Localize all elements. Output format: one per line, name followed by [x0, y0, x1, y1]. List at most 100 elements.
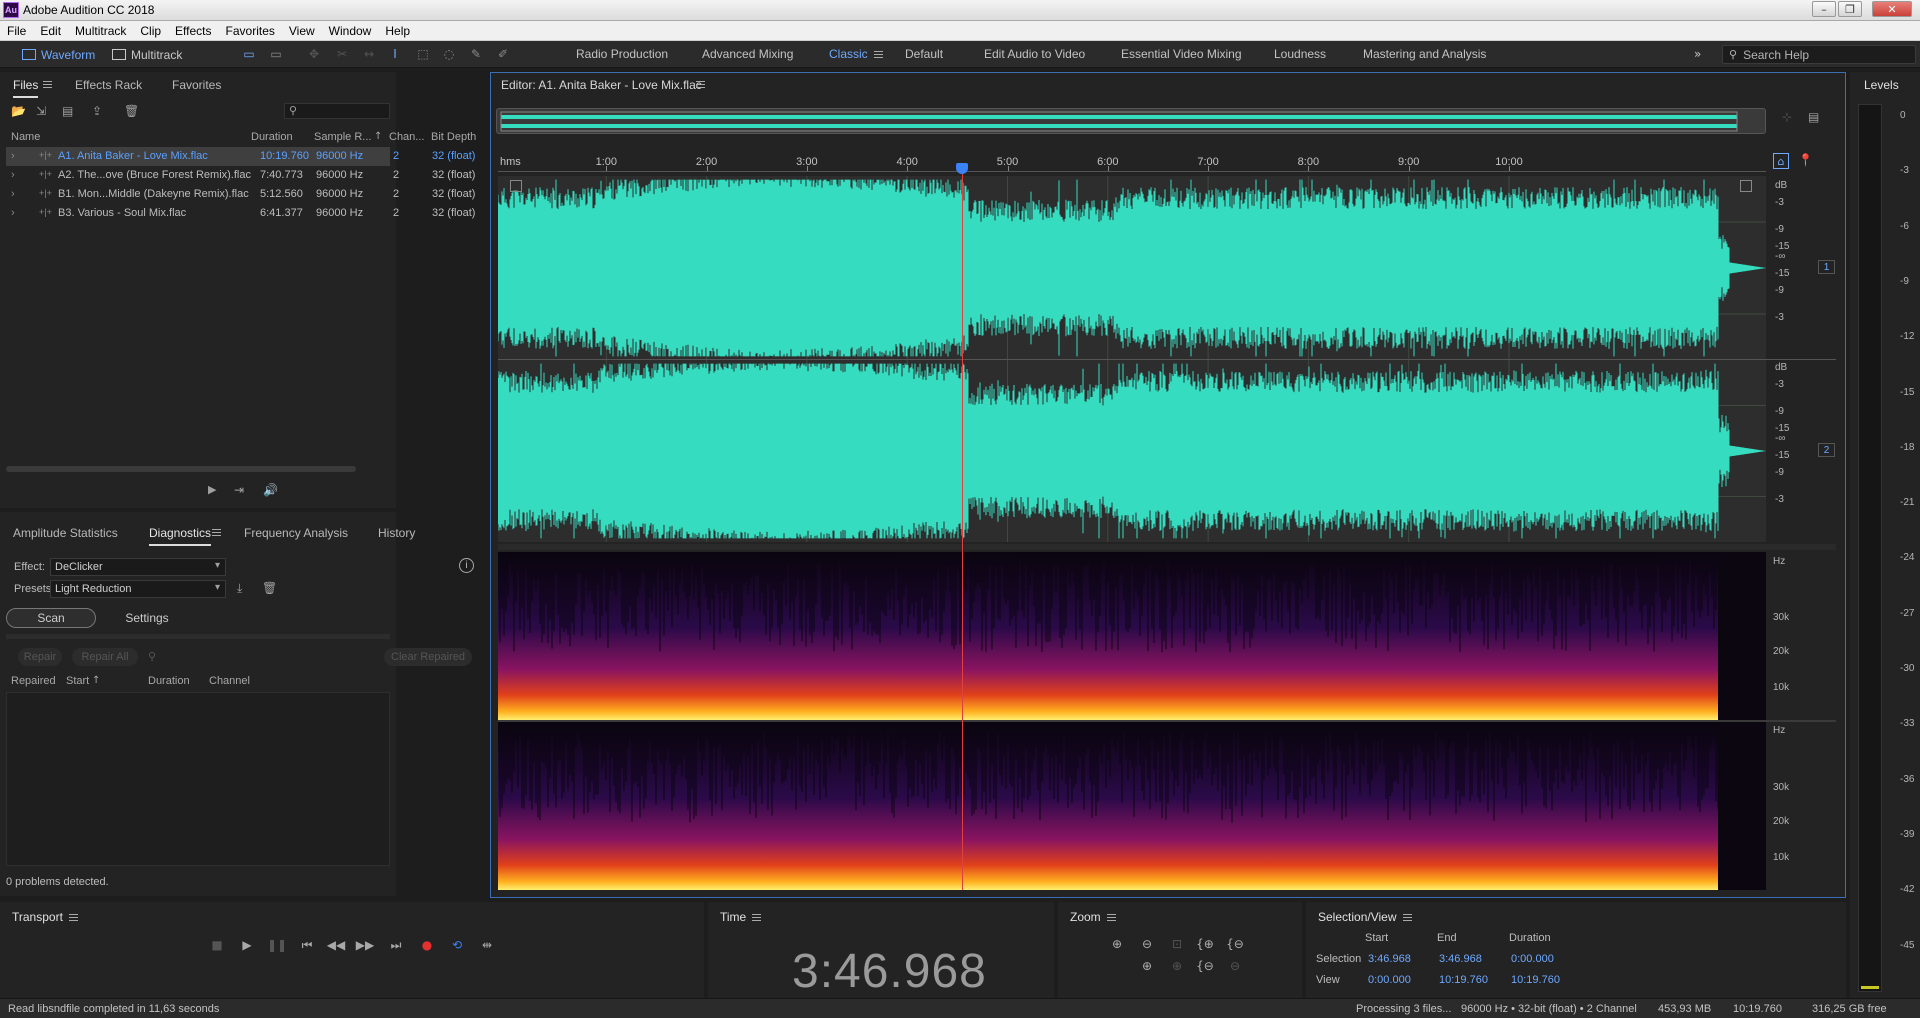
workspace-menu-icon[interactable] [874, 51, 883, 58]
maximize-icon[interactable]: ❐ [1838, 1, 1862, 17]
tab-diagnostics[interactable]: Diagnostics [149, 526, 212, 546]
tab-favorites[interactable]: Favorites [172, 78, 221, 92]
selection-end-field[interactable]: 3:46.968 [1439, 953, 1482, 965]
snap-icon[interactable]: ⌂ [1773, 153, 1789, 169]
zoom-in-point-icon[interactable]: ⊕ [1168, 958, 1186, 974]
workspace-advanced-mixing[interactable]: Advanced Mixing [702, 47, 793, 61]
channel-1-badge[interactable]: 1 [1818, 260, 1835, 274]
expand-arrow-icon[interactable]: › [11, 188, 15, 200]
expand-arrow-icon[interactable]: › [11, 207, 15, 219]
more-workspaces-icon[interactable]: » [1694, 47, 1701, 61]
previous-icon[interactable]: ⏮ [299, 937, 315, 953]
rewind-icon[interactable]: ◀◀ [327, 937, 345, 953]
open-file-icon[interactable]: 📂 [11, 104, 26, 118]
repair-button[interactable]: Repair [18, 648, 62, 666]
menu-file[interactable]: File [0, 24, 33, 38]
diagnostics-menu-icon[interactable] [212, 529, 221, 536]
problems-list[interactable] [6, 692, 390, 866]
col-channels[interactable]: Chan... [389, 131, 424, 143]
loop-playback-icon[interactable]: ⟲ [449, 937, 465, 953]
channel-2-badge[interactable]: 2 [1818, 443, 1835, 457]
col-duration[interactable]: Duration [251, 131, 293, 143]
save-preset-icon[interactable]: ⤓ [237, 581, 242, 596]
spot-healing-icon[interactable]: ✐ [496, 47, 510, 61]
file-row[interactable]: › +|+ B3. Various - Soul Mix.flac 6:41.3… [6, 204, 475, 223]
spectral-display-icon[interactable]: ▭ [242, 47, 256, 61]
play-preview-icon[interactable]: ▶ [208, 483, 216, 496]
zoom-selection-icon[interactable]: ⊕ [1138, 958, 1156, 974]
view-start-field[interactable]: 0:00.000 [1368, 974, 1411, 986]
marker-pin-icon[interactable]: 📍 [1798, 153, 1813, 167]
zoom-out-amplitude-icon[interactable]: ⊖ [1138, 936, 1156, 952]
file-row[interactable]: › +|+ A2. The...ove (Bruce Forest Remix)… [6, 166, 475, 185]
loop-preview-icon[interactable]: ⇥ [234, 483, 244, 497]
tab-amplitude-statistics[interactable]: Amplitude Statistics [13, 526, 118, 540]
time-ruler[interactable]: hms 1:00 2:00 3:00 4:00 5:00 6:00 7:00 8:00 9:00… [498, 152, 1766, 172]
menu-edit[interactable]: Edit [33, 24, 68, 38]
razor-tool-icon[interactable]: ✂ [335, 47, 349, 61]
waveform-channel-1[interactable] [498, 176, 1766, 360]
waveform-overview[interactable] [496, 108, 1766, 134]
next-icon[interactable]: ⏭ [388, 937, 404, 953]
minimize-icon[interactable]: – [1812, 1, 1836, 17]
brush-tool-icon[interactable]: ✎ [469, 47, 483, 61]
view-splitter[interactable] [498, 544, 1836, 550]
fast-forward-icon[interactable]: ▶▶ [356, 937, 374, 953]
slip-tool-icon[interactable]: ↔ [362, 47, 376, 61]
col-name[interactable]: Name [11, 131, 40, 143]
delete-file-icon[interactable]: 🗑 [124, 104, 139, 118]
auto-play-icon[interactable]: 🔊 [263, 483, 278, 497]
selection-start-field[interactable]: 3:46.968 [1368, 953, 1411, 965]
record-icon[interactable]: ● [419, 937, 435, 953]
time-menu-icon[interactable] [752, 914, 762, 922]
menu-view[interactable]: View [282, 24, 322, 38]
zoom-in-amplitude-icon[interactable]: ⊕ [1108, 936, 1126, 952]
col-bit-depth[interactable]: Bit Depth [431, 131, 476, 143]
spectrogram-channel-1[interactable] [498, 552, 1766, 720]
tab-history[interactable]: History [378, 526, 415, 540]
col-repaired[interactable]: Repaired [11, 675, 56, 687]
move-tool-icon[interactable]: ✥ [307, 47, 321, 61]
workspace-radio-production[interactable]: Radio Production [576, 47, 668, 61]
presets-select[interactable]: Light Reduction [50, 580, 226, 598]
zoom-menu-icon[interactable] [1106, 914, 1116, 922]
selection-duration-field[interactable]: 0:00.000 [1511, 953, 1554, 965]
files-scrollbar[interactable] [6, 466, 356, 472]
col-start[interactable]: Start [66, 675, 89, 687]
info-icon[interactable]: i [459, 558, 474, 573]
menu-favorites[interactable]: Favorites [219, 24, 282, 38]
file-row[interactable]: › +|+ B1. Mon...Middle (Dakeyne Remix).f… [6, 185, 475, 204]
tab-frequency-analysis[interactable]: Frequency Analysis [244, 526, 348, 540]
fade-out-handle-icon[interactable] [1740, 180, 1752, 192]
workspace-essential-video-mixing[interactable]: Essential Video Mixing [1121, 47, 1242, 61]
spectrogram-channel-2[interactable] [498, 722, 1766, 890]
editor-options-icon[interactable]: ▤ [1808, 110, 1819, 124]
scan-button[interactable]: Scan [6, 608, 96, 628]
playhead[interactable] [962, 166, 963, 890]
expand-arrow-icon[interactable]: › [11, 169, 15, 181]
zoom-out-full-icon[interactable]: ⊡ [1168, 936, 1186, 952]
col-sample-rate[interactable]: Sample R... [314, 131, 371, 143]
editor-menu-icon[interactable] [696, 81, 705, 88]
play-icon[interactable]: ▶ [239, 937, 255, 953]
time-selection-tool-icon[interactable]: I [388, 47, 402, 61]
insert-into-multitrack-icon[interactable]: ⇪ [92, 104, 102, 118]
view-duration-field[interactable]: 10:19.760 [1511, 974, 1560, 986]
zoom-out-time-icon[interactable]: {⊖ [1226, 936, 1244, 952]
view-end-field[interactable]: 10:19.760 [1439, 974, 1488, 986]
expand-arrow-icon[interactable]: › [11, 150, 15, 162]
col-channel[interactable]: Channel [209, 675, 250, 687]
workspace-classic[interactable]: Classic [829, 47, 868, 61]
transport-menu-icon[interactable] [68, 914, 78, 922]
file-row[interactable]: › +|+ A1. Anita Baker - Love Mix.flac 10… [6, 147, 475, 166]
files-search-input[interactable]: ⚲ [284, 103, 390, 119]
menu-multitrack[interactable]: Multitrack [68, 24, 133, 38]
workspace-edit-audio-to-video[interactable]: Edit Audio to Video [984, 47, 1085, 61]
diagnostics-divider[interactable] [6, 634, 390, 639]
import-file-icon[interactable]: ⇲ [36, 104, 46, 118]
selection-view-menu-icon[interactable] [1402, 914, 1412, 922]
spectral-pitch-icon[interactable]: ▭ [269, 47, 283, 61]
new-file-icon[interactable]: ▤ [62, 104, 73, 118]
tab-effects-rack[interactable]: Effects Rack [75, 78, 142, 92]
tab-files[interactable]: Files [13, 78, 39, 98]
